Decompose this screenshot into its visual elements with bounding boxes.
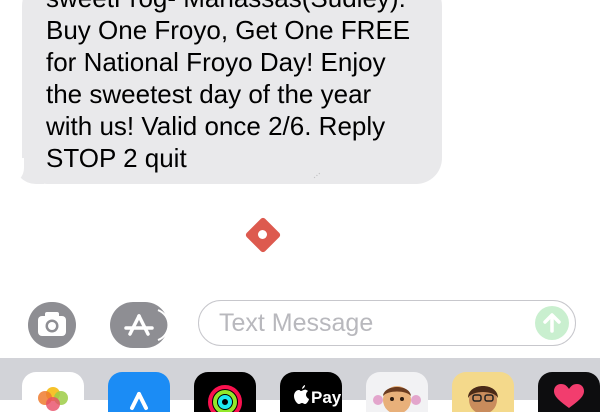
- camera-button[interactable]: [28, 302, 76, 348]
- app-store-button[interactable]: [110, 302, 170, 348]
- location-pin-dot: [258, 230, 267, 239]
- memoji-icon: [468, 386, 498, 412]
- message-input-placeholder: Text Message: [219, 309, 374, 337]
- message-bubble-tail-cutout: [2, 158, 24, 184]
- heart-icon: [554, 384, 584, 408]
- activity-rings-icon: [208, 385, 242, 412]
- memoji-icon: [373, 386, 421, 412]
- memoji-stickers-app-button[interactable]: [452, 372, 514, 412]
- apple-pay-label: Pay: [311, 388, 342, 407]
- activity-app-button[interactable]: [194, 372, 256, 412]
- photos-icon: [38, 387, 68, 411]
- message-text: sweetFrog- Manassas(Sudley): Buy One Fro…: [46, 0, 411, 173]
- message-input[interactable]: Text Message: [198, 300, 576, 346]
- photos-app-button[interactable]: [22, 372, 84, 412]
- camera-icon: [38, 312, 66, 336]
- app-store-app-button[interactable]: [108, 372, 170, 412]
- digital-touch-app-button[interactable]: [538, 372, 600, 412]
- send-button[interactable]: [535, 306, 569, 340]
- apple-pay-app-button[interactable]: Pay: [280, 372, 342, 412]
- arrow-up-icon: [543, 313, 561, 333]
- app-store-icon: [130, 392, 148, 410]
- memoji-app-button[interactable]: [366, 372, 428, 412]
- app-store-icon: [124, 309, 170, 341]
